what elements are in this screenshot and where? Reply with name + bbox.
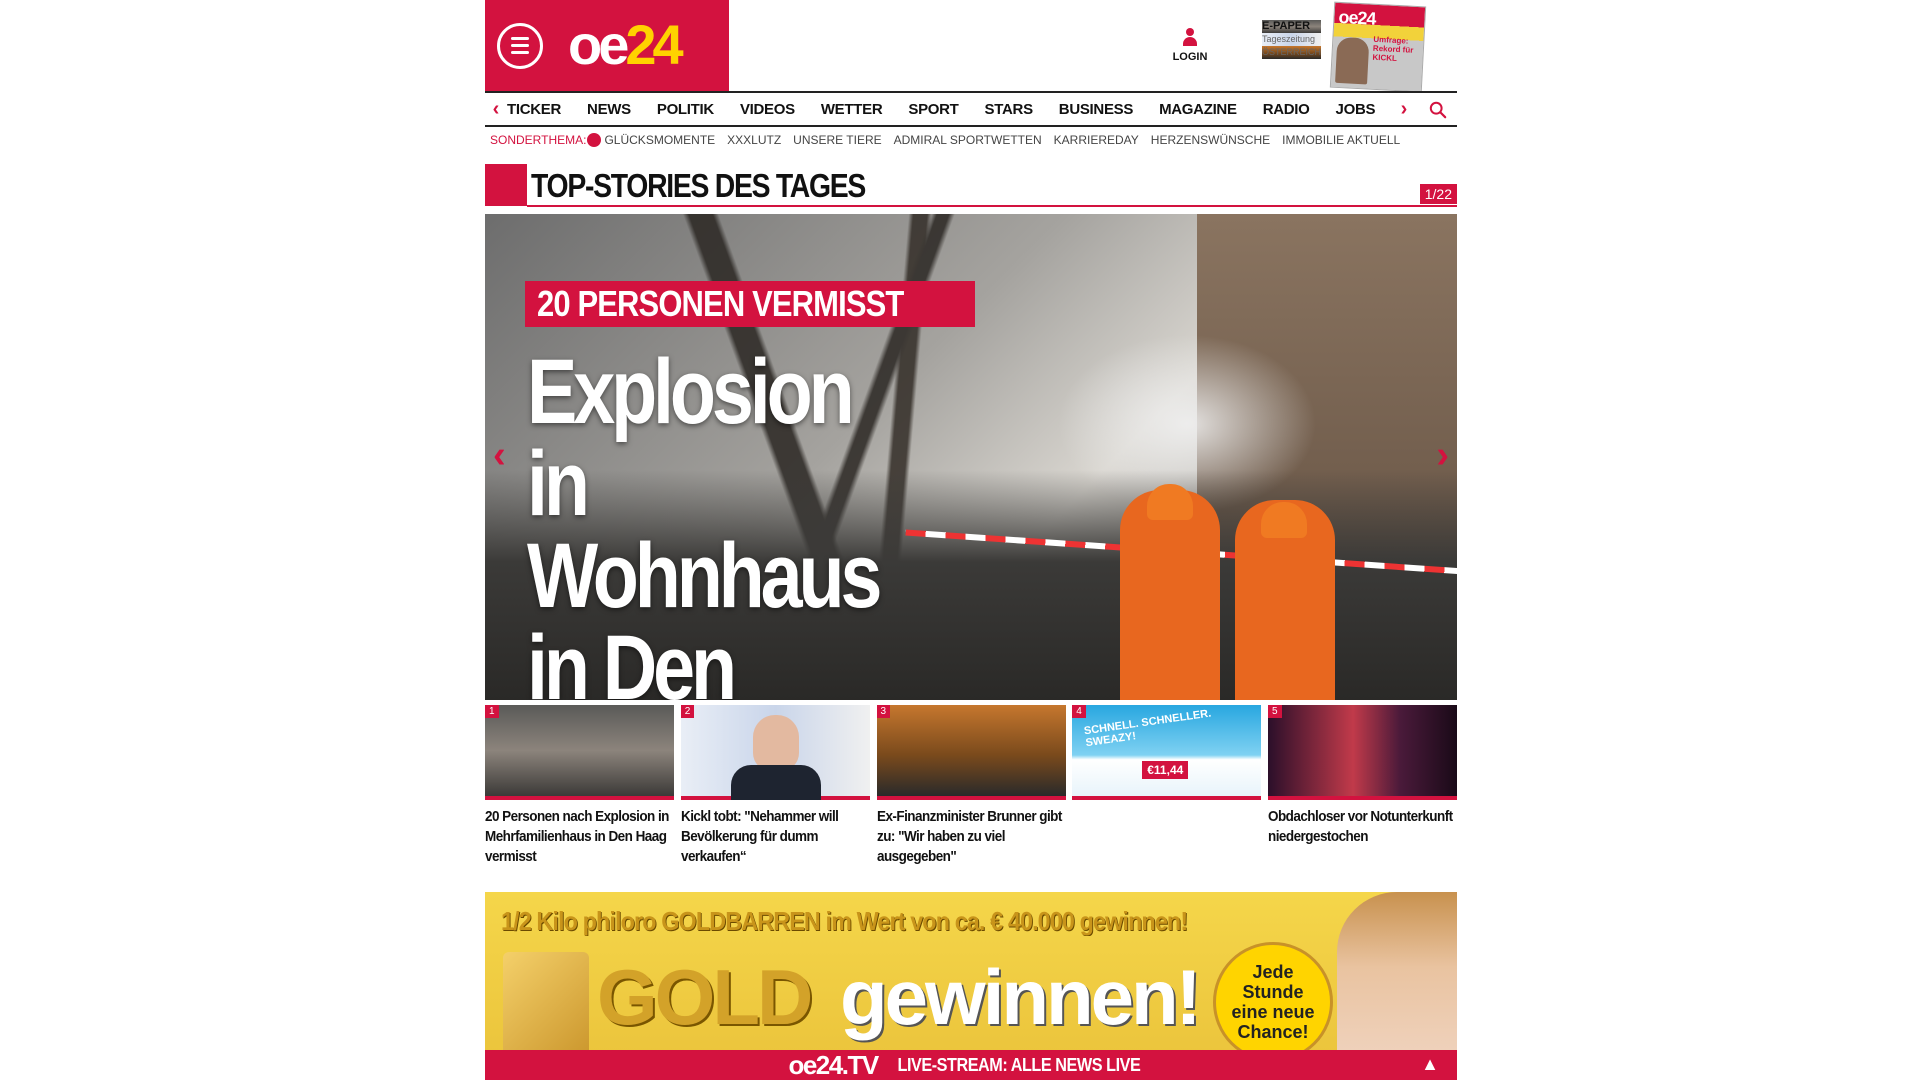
logo-24: 24 <box>625 13 683 76</box>
slide-counter: 1/22 <box>1419 184 1457 204</box>
nav-item-videos[interactable]: VIDEOS <box>740 101 795 118</box>
topic-link[interactable]: HERZENSWÜNSCHE <box>1151 133 1270 147</box>
thumbnail-number: 2 <box>680 705 695 718</box>
thumbnail-image: 3 <box>876 705 1066 800</box>
logo-area: oe24 <box>485 0 729 91</box>
site-logo[interactable]: oe24 <box>568 12 684 78</box>
topic-link[interactable]: XXXLUTZ <box>727 133 781 147</box>
nav-item-politik[interactable]: POLITIK <box>657 101 714 118</box>
banner-badge: Jede Stunde eine neue Chance! <box>1213 942 1333 1062</box>
user-icon <box>1183 28 1197 48</box>
story-thumbnails: 1 20 Personen nach Explosion in Mehrfami… <box>485 705 1457 867</box>
slider-prev-icon[interactable]: ‹ <box>493 434 506 477</box>
thumbnail-number: 3 <box>876 705 891 718</box>
live-stream-text: LIVE-STREAM: ALLE NEWS LIVE <box>897 1054 1141 1075</box>
thumbnail-caption: Obdachloser vor Notunterkunft niedergest… <box>1268 808 1453 845</box>
nav-item-business[interactable]: BUSINESS <box>1059 101 1134 118</box>
hero-image-helmet <box>1147 484 1193 520</box>
nav-item-magazine[interactable]: MAGAZINE <box>1159 101 1237 118</box>
thumbnail-portrait <box>752 715 799 771</box>
thumbnail-item[interactable]: 5 Obdachloser vor Notunterkunft niederge… <box>1268 705 1457 867</box>
thumbnail-item[interactable]: 3 Ex-Finanzminister Brunner gibt zu: "Wi… <box>876 705 1066 867</box>
thumbnail-image: 1 <box>485 705 674 800</box>
special-topics-label: SONDERTHEMA: <box>490 133 587 147</box>
site-header: oe24 LOGIN E-PAPER Tageszeitung ÖSTERREI… <box>485 0 1457 93</box>
page: oe24 LOGIN E-PAPER Tageszeitung ÖSTERREI… <box>485 0 1457 1080</box>
login-button[interactable]: LOGIN <box>1165 28 1215 63</box>
nav-right-arrow-icon[interactable]: › <box>1393 98 1415 121</box>
main-nav: ‹ TICKER NEWS POLITIK VIDEOS WETTER SPOR… <box>485 91 1457 127</box>
search-icon[interactable] <box>1429 101 1447 119</box>
topic-link[interactable]: KARRIEREDAY <box>1054 133 1139 147</box>
logo-oe: oe <box>568 13 629 76</box>
expand-up-icon[interactable]: ▲ <box>1421 1054 1439 1075</box>
epaper-brand: ÖSTERREICH <box>1262 46 1322 59</box>
nav-left-arrow-icon[interactable]: ‹ <box>485 98 507 121</box>
slider-next-icon[interactable]: › <box>1436 434 1449 477</box>
hero-image-helmet <box>1261 502 1307 538</box>
ad-slogan: SCHNELL. SCHNELLER. SWEAZY! <box>1083 707 1213 750</box>
thumbnail-image: 2 <box>680 705 870 800</box>
thumbnail-image: 5 <box>1268 705 1457 800</box>
ad-price: €11,44 <box>1142 761 1189 779</box>
thumbnail-ad[interactable]: SCHNELL. SCHNELLER. SWEAZY! €11,44 4 <box>1072 705 1262 867</box>
cover-photo <box>1335 36 1370 85</box>
heart-badge-icon <box>587 133 602 147</box>
menu-icon[interactable] <box>497 23 543 69</box>
nav-item-stars[interactable]: STARS <box>985 101 1034 118</box>
hero-story[interactable]: 20 PERSONEN VERMISST Explosion in Wohnha… <box>485 214 1457 700</box>
nav-item-radio[interactable]: RADIO <box>1263 101 1310 118</box>
banner-gold-text: GOLD <box>597 953 813 1041</box>
nav-item-ticker[interactable]: TICKER <box>507 101 561 118</box>
epaper-title: E-PAPER <box>1262 20 1322 33</box>
topic-link[interactable]: ADMIRAL SPORTWETTEN <box>894 133 1042 147</box>
thumbnail-item[interactable]: 2 Kickl tobt: "Nehammer will Bevölkerung… <box>680 705 870 867</box>
section-underline <box>527 205 1457 207</box>
nav-item-sport[interactable]: SPORT <box>908 101 958 118</box>
cover-headline: Umfrage: Rekord für KICKL <box>1372 34 1414 63</box>
nav-item-jobs[interactable]: JOBS <box>1336 101 1376 118</box>
thumbnail-number: 5 <box>1268 705 1282 718</box>
epaper-link[interactable]: E-PAPER Tageszeitung ÖSTERREICH <box>1262 20 1322 59</box>
special-topics-bar: SONDERTHEMA: GLÜCKSMOMENTE XXXLUTZ UNSER… <box>485 127 1457 153</box>
thumbnail-number: 1 <box>485 705 499 718</box>
thumbnail-portrait-suit <box>730 765 821 800</box>
banner-headline: 1/2 Kilo philoro GOLDBARREN im Wert von … <box>501 906 1188 936</box>
thumbnail-caption: Kickl tobt: "Nehammer will Bevölkerung f… <box>680 808 839 865</box>
topic-link[interactable]: IMMOBILIE AKTUELL <box>1282 133 1400 147</box>
epaper-subtitle: Tageszeitung <box>1262 33 1322 46</box>
hero-kicker-text: 20 PERSONEN VERMISST <box>537 283 904 324</box>
section-title: TOP-STORIES DES TAGES <box>531 167 866 204</box>
thumbnail-ad-image: SCHNELL. SCHNELLER. SWEAZY! €11,44 4 <box>1072 705 1262 800</box>
nav-item-news[interactable]: NEWS <box>587 101 631 118</box>
topic-link[interactable]: GLÜCKSMOMENTE <box>604 133 715 147</box>
topic-link[interactable]: UNSERE TIERE <box>793 133 881 147</box>
cover-masthead: oe24 <box>1337 6 1377 29</box>
live-stream-bar[interactable]: oe24.TV LIVE-STREAM: ALLE NEWS LIVE ▲ <box>485 1050 1457 1080</box>
thumbnail-item[interactable]: 1 20 Personen nach Explosion in Mehrfami… <box>485 705 674 867</box>
epaper-cover-image[interactable]: oe24 Umfrage: Rekord für KICKL <box>1329 1 1427 93</box>
tv-logo: oe24.TV <box>788 1049 879 1080</box>
section-header: TOP-STORIES DES TAGES 1/22 <box>485 164 1457 210</box>
banner-win-text: gewinnen! <box>840 953 1202 1041</box>
hero-headline[interactable]: Explosion in Wohnhaus in Den Haag <box>527 346 912 700</box>
thumbnail-caption: Ex-Finanzminister Brunner gibt zu: "Wir … <box>876 808 1062 865</box>
section-accent <box>485 164 527 206</box>
hero-image-worker <box>1120 490 1220 700</box>
nav-item-wetter[interactable]: WETTER <box>821 101 883 118</box>
thumbnail-caption: 20 Personen nach Explosion in Mehrfamili… <box>485 808 669 865</box>
thumbnail-number: 4 <box>1072 705 1086 718</box>
nav-items: TICKER NEWS POLITIK VIDEOS WETTER SPORT … <box>507 101 1457 118</box>
hero-kicker: 20 PERSONEN VERMISST <box>525 281 976 327</box>
login-label: LOGIN <box>1172 51 1208 63</box>
